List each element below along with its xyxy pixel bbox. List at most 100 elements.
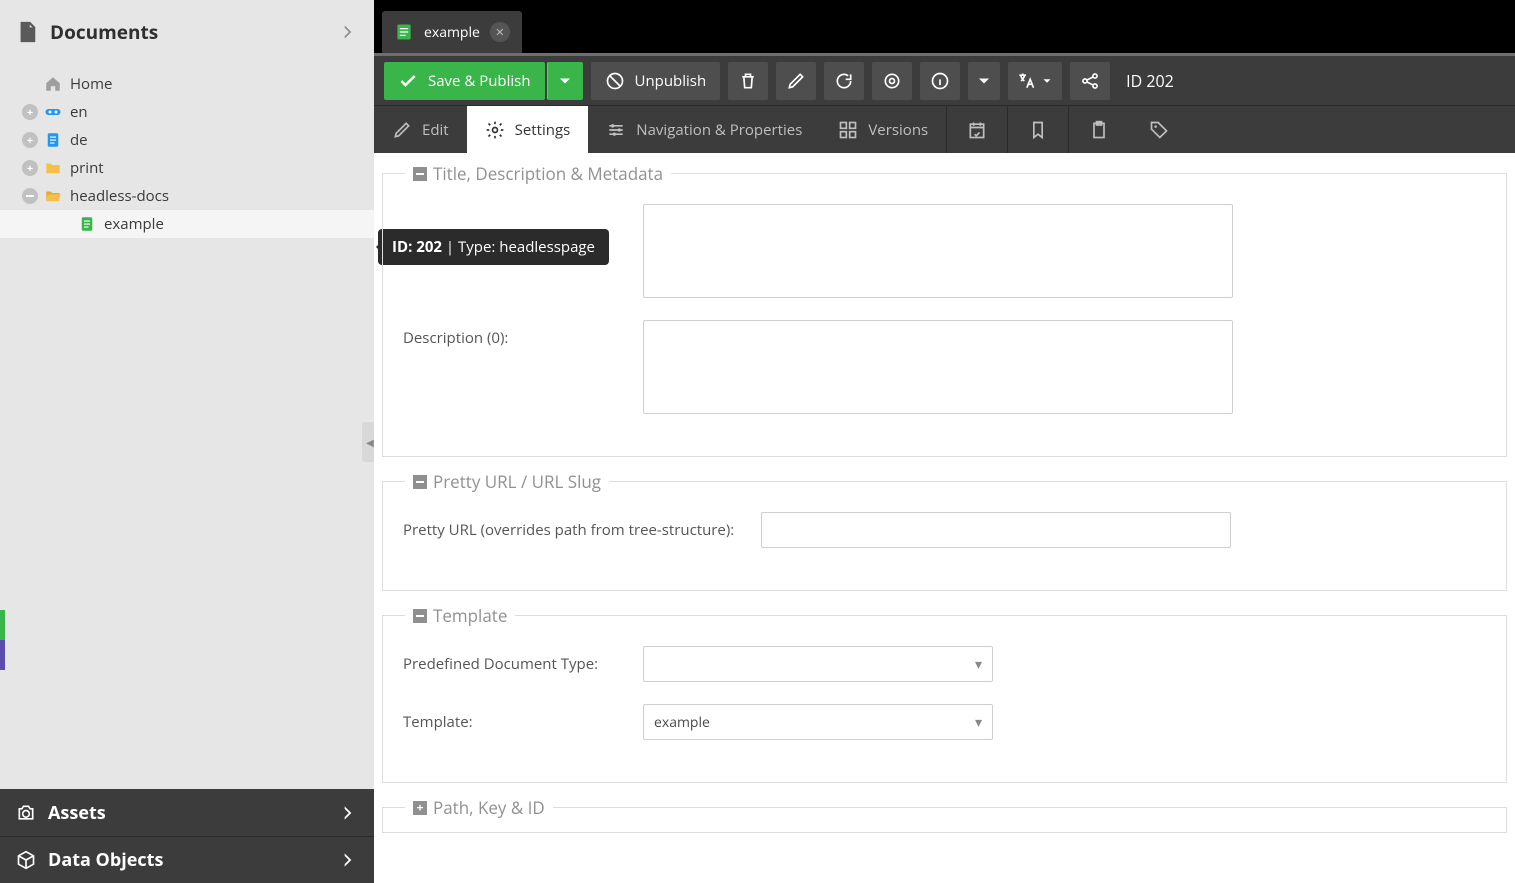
unpublish-button[interactable]: Unpublish [591, 62, 721, 100]
row-description: Description (0): [403, 320, 1486, 414]
arrow-right-icon[interactable] [338, 803, 358, 823]
pretty-url-label: Pretty URL (overrides path from tree-str… [403, 512, 761, 540]
collapse-icon[interactable] [413, 475, 427, 489]
document-icon [16, 21, 38, 43]
sidebar: Documents Home en deprintheadless-docsexam… [0, 0, 374, 883]
info-button[interactable] [920, 62, 960, 100]
info-dropdown[interactable] [968, 62, 1000, 100]
main-area: example Save & Publish Unpublish [374, 0, 1515, 883]
link-icon [44, 103, 62, 121]
tree-node-Home[interactable]: Home [0, 70, 374, 98]
expander-icon[interactable] [22, 132, 38, 148]
panel-documents-title: Documents [50, 19, 338, 45]
reload-button[interactable] [824, 62, 864, 100]
subtab-navprops[interactable]: Navigation & Properties [588, 106, 820, 153]
unpublish-label: Unpublish [635, 71, 707, 91]
pencil-icon [786, 71, 806, 91]
predef-type-select[interactable]: ▾ [643, 646, 993, 682]
collapse-icon[interactable] [413, 609, 427, 623]
template-label: Template: [403, 704, 643, 732]
row-predef-type: Predefined Document Type: ▾ [403, 646, 1486, 682]
collapse-icon[interactable] [413, 167, 427, 181]
document-tree: Home en deprintheadless-docsexample [0, 64, 374, 789]
subtab-tag[interactable] [1129, 106, 1189, 153]
delete-button[interactable] [728, 62, 768, 100]
doc-green-icon [394, 22, 414, 42]
title-textarea[interactable] [643, 204, 1233, 298]
subtab-versions[interactable]: Versions [820, 106, 946, 153]
settings-form: ID: 202 | Type: headlesspage Title, Desc… [374, 153, 1515, 883]
target-icon [882, 71, 902, 91]
spacer [22, 76, 38, 92]
folder-open-icon [44, 187, 62, 205]
share-icon [1080, 71, 1100, 91]
target-button[interactable] [872, 62, 912, 100]
row-template: Template: example ▾ [403, 704, 1486, 740]
doc-green-icon [78, 215, 96, 233]
save-publish-button[interactable]: Save & Publish [384, 62, 545, 100]
panel-assets-header[interactable]: Assets [0, 789, 374, 836]
bookmark-icon [1028, 120, 1048, 140]
refresh-icon [834, 71, 854, 91]
cube-icon [16, 850, 36, 870]
trash-icon [738, 71, 758, 91]
subtab-clipboard[interactable] [1068, 106, 1129, 153]
subtab-edit[interactable]: Edit [374, 106, 467, 153]
subtab-edit-label: Edit [422, 120, 449, 140]
folder-icon [44, 159, 62, 177]
info-icon [930, 71, 950, 91]
legend-title-meta-label: Title, Description & Metadata [433, 162, 663, 185]
panel-documents-header[interactable]: Documents [0, 0, 374, 64]
caret-down-icon: ▾ [975, 655, 982, 674]
rename-button[interactable] [776, 62, 816, 100]
expander-icon[interactable] [22, 160, 38, 176]
legend-title-meta[interactable]: Title, Description & Metadata [405, 162, 671, 185]
pencil-icon [392, 120, 412, 140]
tree-node-label: en [70, 102, 88, 122]
gear-icon [485, 120, 505, 140]
row-pretty-url: Pretty URL (overrides path from tree-str… [403, 512, 1486, 548]
tree-node-print[interactable]: print [0, 154, 374, 182]
sub-tab-bar: Edit Settings Navigation & Properties Ve… [374, 105, 1515, 153]
save-publish-label: Save & Publish [428, 71, 531, 91]
pretty-url-input[interactable] [761, 512, 1231, 548]
translate-button[interactable] [1008, 62, 1062, 100]
home-icon [44, 75, 62, 93]
spacer [56, 216, 72, 232]
subtab-schedule[interactable] [946, 106, 1007, 153]
fieldset-path: Path, Key & ID [382, 807, 1507, 833]
expander-icon[interactable] [22, 104, 38, 120]
expander-icon[interactable] [22, 188, 38, 204]
subtab-settings[interactable]: Settings [467, 106, 589, 153]
caret-down-icon [1040, 74, 1054, 88]
description-textarea[interactable] [643, 320, 1233, 414]
caret-down-icon [555, 71, 575, 91]
subtab-versions-label: Versions [868, 120, 928, 140]
tree-node-example[interactable]: example [0, 210, 374, 238]
tag-icon [1149, 120, 1169, 140]
sliders-icon [606, 120, 626, 140]
tab-bar: example [374, 0, 1515, 56]
subtab-settings-label: Settings [515, 120, 571, 140]
main-toolbar: Save & Publish Unpublish [374, 56, 1515, 105]
arrow-right-icon[interactable] [338, 850, 358, 870]
legend-path[interactable]: Path, Key & ID [405, 796, 553, 819]
tree-node-headless-docs[interactable]: headless-docs [0, 182, 374, 210]
panel-dataobjects-header[interactable]: Data Objects [0, 836, 374, 883]
legend-path-label: Path, Key & ID [433, 796, 545, 819]
tab-close-button[interactable] [490, 22, 510, 42]
subtab-bookmark[interactable] [1007, 106, 1068, 153]
legend-template[interactable]: Template [405, 604, 515, 627]
save-publish-dropdown[interactable] [547, 62, 583, 100]
legend-url[interactable]: Pretty URL / URL Slug [405, 470, 609, 493]
tree-node-label: Home [70, 74, 112, 94]
tree-node-de[interactable]: de [0, 126, 374, 154]
template-select[interactable]: example ▾ [643, 704, 993, 740]
share-button[interactable] [1070, 62, 1110, 100]
arrow-right-icon[interactable] [338, 22, 358, 42]
accent-purple [0, 640, 5, 670]
subtab-navprops-label: Navigation & Properties [636, 120, 802, 140]
tree-node-en[interactable]: en [0, 98, 374, 126]
expand-icon[interactable] [413, 801, 427, 815]
tab-example[interactable]: example [382, 11, 522, 53]
